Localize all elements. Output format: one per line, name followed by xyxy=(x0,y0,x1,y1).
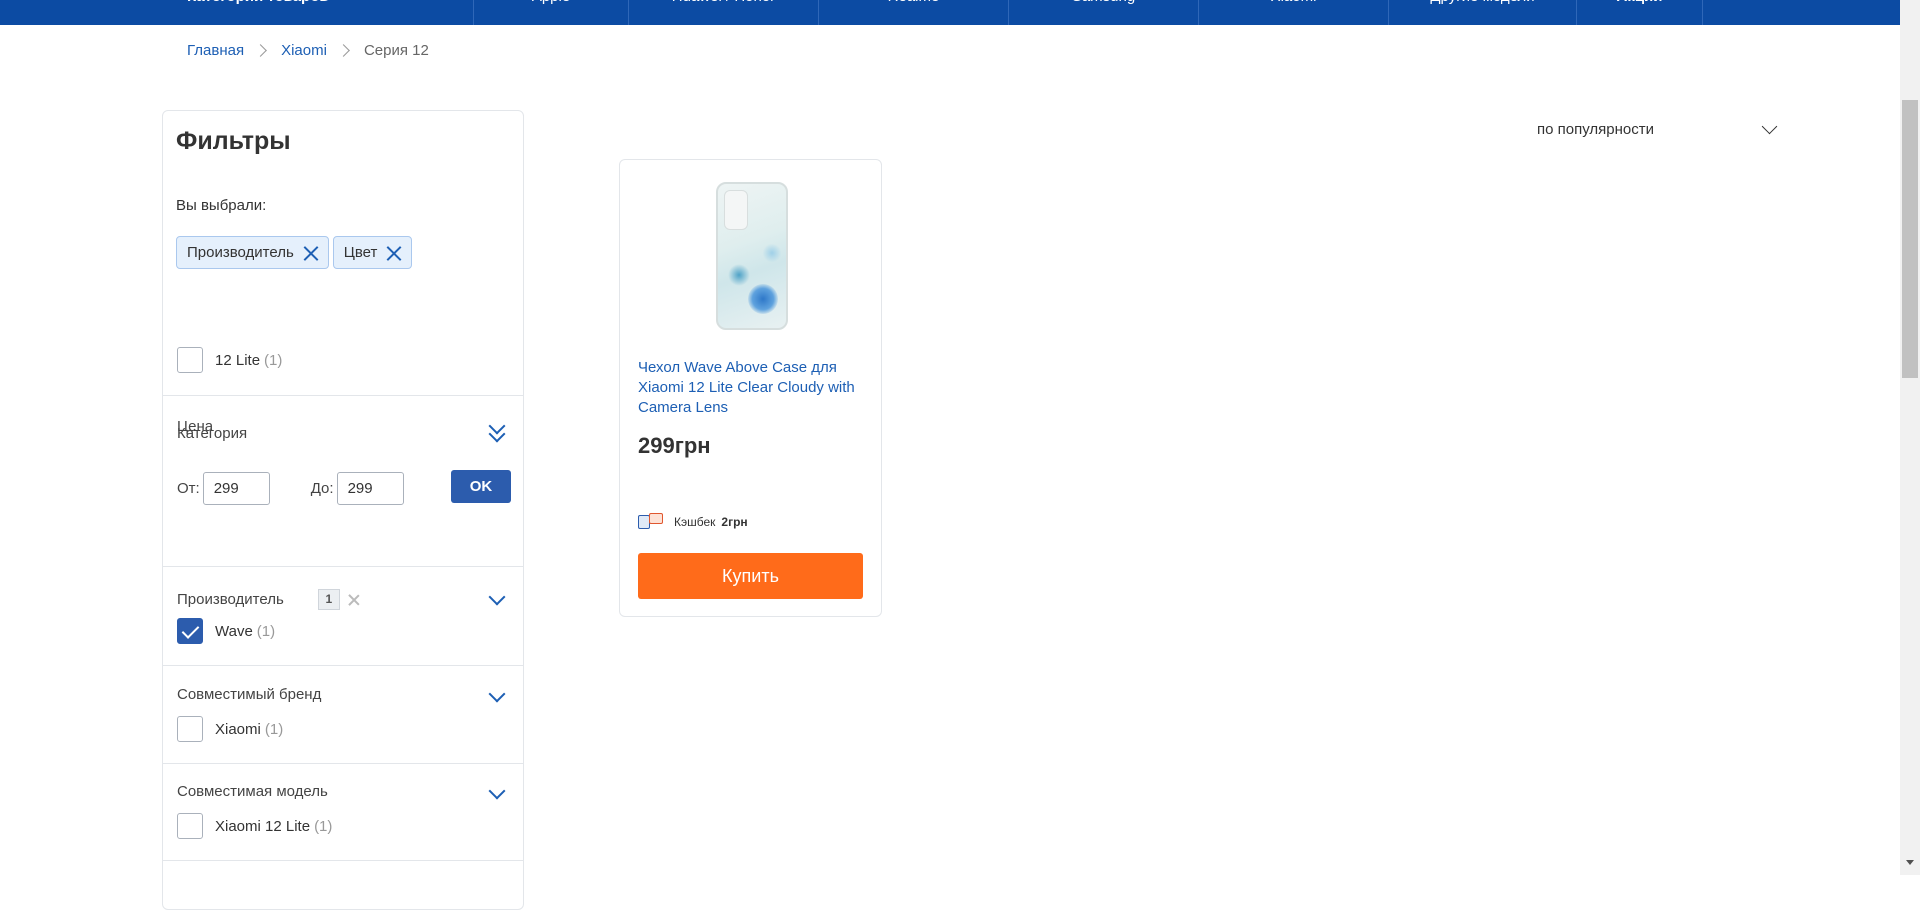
filter-section-compatible-brand: Совместимый бренд Xiaomi (1) xyxy=(163,665,523,763)
filter-section-compatible-model: Совместимая модель Xiaomi 12 Lite (1) xyxy=(163,763,523,861)
chevron-down-icon[interactable] xyxy=(488,782,506,800)
nav-item-xiaomi[interactable]: Xiaomi xyxy=(1198,0,1388,25)
product-card[interactable]: Чехол Wave Above Case для Xiaomi 12 Lite… xyxy=(619,159,882,617)
checkbox[interactable] xyxy=(177,813,203,839)
checkbox[interactable] xyxy=(177,347,203,373)
price-range: От: До: xyxy=(177,472,404,505)
chosen-filter-chips: Производитель Цвет xyxy=(176,236,413,269)
chip-color[interactable]: Цвет xyxy=(332,236,413,269)
clear-icon[interactable] xyxy=(348,594,360,606)
filter-section-title[interactable]: Совместимый бренд xyxy=(177,686,321,703)
chevron-down-icon[interactable] xyxy=(488,588,506,606)
option-count: (1) xyxy=(314,817,333,835)
checkbox-checked[interactable] xyxy=(177,618,203,644)
buy-button[interactable]: Купить xyxy=(638,553,863,599)
chevron-down-icon[interactable] xyxy=(488,685,506,703)
price-to-label: До: xyxy=(310,480,334,497)
product-image[interactable] xyxy=(716,182,788,330)
filter-option-xiaomi[interactable]: Xiaomi (1) xyxy=(177,716,283,742)
cashback-info: Кэшбек 2грн xyxy=(638,513,748,530)
product-price: 299грн xyxy=(638,433,711,458)
breadcrumb: Главная Xiaomi Серия 12 xyxy=(187,42,429,59)
scrollbar-thumb[interactable] xyxy=(1902,100,1918,378)
filter-section-title[interactable]: Совместимая модель xyxy=(177,783,328,800)
close-icon[interactable] xyxy=(387,246,401,260)
breadcrumb-brand-link[interactable]: Xiaomi xyxy=(281,42,327,59)
product-title-link[interactable]: Чехол Wave Above Case для Xiaomi 12 Lite… xyxy=(638,358,868,418)
cashback-label: Кэшбек xyxy=(674,514,716,529)
breadcrumb-current: Серия 12 xyxy=(363,42,429,59)
filter-option-wave[interactable]: Wave (1) xyxy=(177,618,275,644)
breadcrumb-home-link[interactable]: Главная xyxy=(187,42,244,59)
close-icon[interactable] xyxy=(304,246,318,260)
chevron-down-icon xyxy=(1761,118,1778,135)
option-label: Xiaomi 12 Lite xyxy=(215,817,311,835)
filter-option-xiaomi-12-lite[interactable]: Xiaomi 12 Lite (1) xyxy=(177,813,332,839)
checkbox[interactable] xyxy=(177,716,203,742)
filters-title: Фильтры xyxy=(176,127,291,155)
page-scrollbar[interactable] xyxy=(1900,0,1920,875)
image-detail xyxy=(762,244,782,262)
chevron-right-icon xyxy=(337,44,350,57)
filters-sidebar: Фильтры Вы выбрали: Производитель Цвет К… xyxy=(162,110,524,910)
price-to-input[interactable] xyxy=(336,472,404,505)
filter-section-title: Производитель xyxy=(177,591,284,608)
filter-option-12-lite[interactable]: 12 Lite (1) xyxy=(177,347,282,373)
nav-item-realme[interactable]: Realme xyxy=(818,0,1008,25)
cashback-icon xyxy=(638,513,664,530)
nav-item-sales[interactable]: Акции xyxy=(1576,0,1703,25)
price-from-input[interactable] xyxy=(202,472,270,505)
filter-section-price: Цена От: До: OK xyxy=(163,395,523,567)
chip-label: Производитель xyxy=(187,244,294,261)
chosen-filters-label: Вы выбрали: xyxy=(176,197,267,214)
chip-manufacturer[interactable]: Производитель xyxy=(176,236,329,269)
camera-cutout xyxy=(724,190,748,230)
nav-item-other-models[interactable]: Другие модели xyxy=(1388,0,1576,25)
chevron-right-icon xyxy=(254,44,267,57)
nav-item-huawei-honor[interactable]: Huawei / Honor xyxy=(628,0,818,25)
cashback-value: 2грн xyxy=(721,514,748,529)
nav-item-samsung[interactable]: Samsung xyxy=(1008,0,1198,25)
price-from-label: От: xyxy=(177,480,200,497)
sort-selected-label: по популярности xyxy=(1537,121,1654,138)
chevron-down-icon[interactable] xyxy=(488,417,506,435)
price-ok-button[interactable]: OK xyxy=(451,470,511,503)
filter-section-title[interactable]: Цена xyxy=(177,418,213,435)
option-label: Xiaomi xyxy=(215,720,261,738)
top-navigation-bar: Категории товаров Apple Huawei / Honor R… xyxy=(0,0,1900,25)
nav-item-categories[interactable]: Категории товаров xyxy=(163,0,473,25)
scroll-down-arrow-icon[interactable] xyxy=(1906,860,1914,865)
option-count: (1) xyxy=(264,720,284,738)
option-label: Wave xyxy=(215,622,253,640)
option-label: 12 Lite xyxy=(215,351,261,369)
selected-count-badge: 1 xyxy=(317,589,340,610)
filter-section-header[interactable]: Производитель 1 xyxy=(177,589,360,610)
nav-item-apple[interactable]: Apple xyxy=(473,0,628,25)
image-detail xyxy=(748,284,778,314)
option-count: (1) xyxy=(264,351,283,369)
chip-label: Цвет xyxy=(343,244,378,261)
image-detail xyxy=(728,264,750,286)
sort-dropdown[interactable]: по популярности xyxy=(1537,118,1778,138)
filter-section-manufacturer: Производитель 1 Wave (1) xyxy=(163,566,523,666)
option-count: (1) xyxy=(256,622,276,640)
filter-section-next xyxy=(163,860,523,910)
